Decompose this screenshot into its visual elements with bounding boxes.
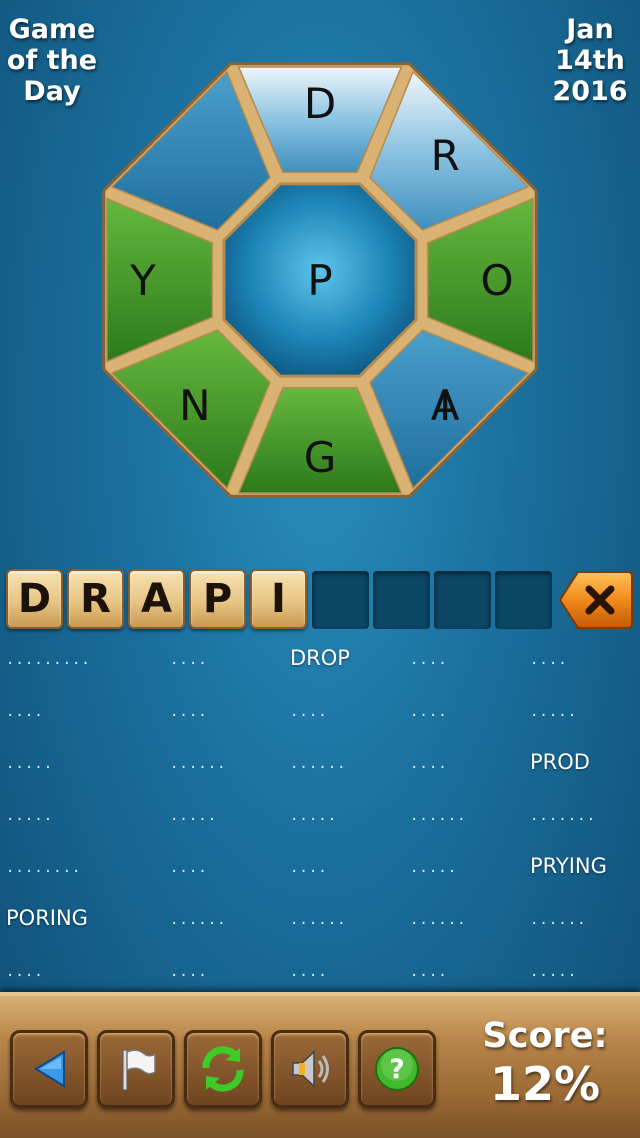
wheel-letter: A <box>431 381 460 430</box>
hidden-word: ...... <box>530 912 587 928</box>
hidden-word: .... <box>290 704 328 720</box>
found-word: PRYING <box>530 854 607 878</box>
hidden-word: ...... <box>410 808 467 824</box>
answer-row: PORING........................ <box>0 900 640 930</box>
hidden-word: ...... <box>290 912 347 928</box>
answer-row: ..................... <box>0 692 640 722</box>
refresh-icon <box>202 1046 244 1092</box>
shuffle-button[interactable] <box>184 1030 262 1108</box>
empty-slot <box>495 571 552 629</box>
hidden-word: ..... <box>6 808 54 824</box>
title-line: Game <box>8 14 96 45</box>
hidden-word: ...... <box>290 756 347 772</box>
hidden-word: .... <box>170 860 208 876</box>
wheel-center-letter: P <box>307 256 332 305</box>
hidden-word: ...... <box>170 912 227 928</box>
hidden-word: .... <box>410 756 448 772</box>
score-label: Score: <box>482 1016 608 1056</box>
wheel-letter: N <box>179 381 210 430</box>
found-word: PORING <box>6 906 88 930</box>
help-button[interactable]: ? <box>358 1030 436 1108</box>
bottom-toolbar: ? Score: 12% <box>0 992 640 1138</box>
hidden-word: ......... <box>6 652 91 668</box>
hidden-word: ...... <box>170 756 227 772</box>
current-word-bar: D R A P I <box>6 569 634 631</box>
word-tile: D <box>6 569 63 629</box>
date-line: Jan <box>566 14 614 45</box>
word-tile: I <box>250 569 307 629</box>
hidden-word: .... <box>170 652 208 668</box>
game-of-the-day-title: Game of the Day <box>6 14 98 107</box>
title-line: Day <box>23 76 81 107</box>
hidden-word: ..... <box>290 808 338 824</box>
back-icon <box>34 1050 65 1088</box>
hidden-word: .... <box>6 704 44 720</box>
hidden-word: .... <box>170 964 208 980</box>
svg-text:?: ? <box>389 1054 405 1085</box>
hidden-word: .... <box>410 704 448 720</box>
found-word: DROP <box>290 646 350 670</box>
hidden-word: ..... <box>530 964 578 980</box>
wheel-letter: D <box>304 79 336 128</box>
date-line: 2016 <box>552 76 628 107</box>
hidden-word: ........ <box>6 860 82 876</box>
word-tile: R <box>67 569 124 629</box>
answer-row: ............. DROP........ <box>0 640 640 670</box>
letter-wheel: DROIGNYAP <box>102 62 538 498</box>
clear-word-button[interactable] <box>556 569 634 631</box>
wheel-letter: Y <box>129 256 156 305</box>
sound-button[interactable] <box>271 1030 349 1108</box>
answer-row: ............................ <box>0 796 640 826</box>
hidden-word: ...... <box>410 912 467 928</box>
wheel-letter: R <box>431 131 460 180</box>
found-word: PROD <box>530 750 590 774</box>
wheel-letter: G <box>304 433 337 482</box>
flag-icon <box>122 1049 156 1091</box>
hidden-word: ..... <box>410 860 458 876</box>
answer-row: ..................... PRYING <box>0 848 640 878</box>
answer-row: ..................... <box>0 952 640 982</box>
hidden-word: .... <box>290 860 328 876</box>
hidden-word: .... <box>6 964 44 980</box>
game-date: Jan 14th 2016 <box>550 14 630 107</box>
score-display: Score: 12% <box>470 1016 620 1112</box>
empty-slot <box>312 571 369 629</box>
title-line: of the <box>6 45 98 76</box>
date-line: 14th <box>555 45 625 76</box>
answer-row: ..................... PROD <box>0 744 640 774</box>
back-button[interactable] <box>10 1030 88 1108</box>
empty-slot <box>434 571 491 629</box>
hidden-word: ..... <box>170 808 218 824</box>
hidden-word: .... <box>170 704 208 720</box>
hidden-word: .... <box>410 964 448 980</box>
clear-x-icon <box>558 571 633 629</box>
word-tile: P <box>189 569 246 629</box>
hidden-word: ..... <box>530 704 578 720</box>
give-up-button[interactable] <box>97 1030 175 1108</box>
hidden-word: .... <box>530 652 568 668</box>
speaker-icon <box>292 1050 329 1088</box>
hidden-word: ....... <box>530 808 597 824</box>
score-value: 12% <box>489 1057 601 1111</box>
hidden-word: ..... <box>6 756 54 772</box>
wheel-letter: O <box>480 256 513 305</box>
hidden-word: .... <box>290 964 328 980</box>
word-tile: A <box>128 569 185 629</box>
help-icon: ? <box>375 1047 419 1091</box>
empty-slot <box>373 571 430 629</box>
hidden-word: .... <box>410 652 448 668</box>
